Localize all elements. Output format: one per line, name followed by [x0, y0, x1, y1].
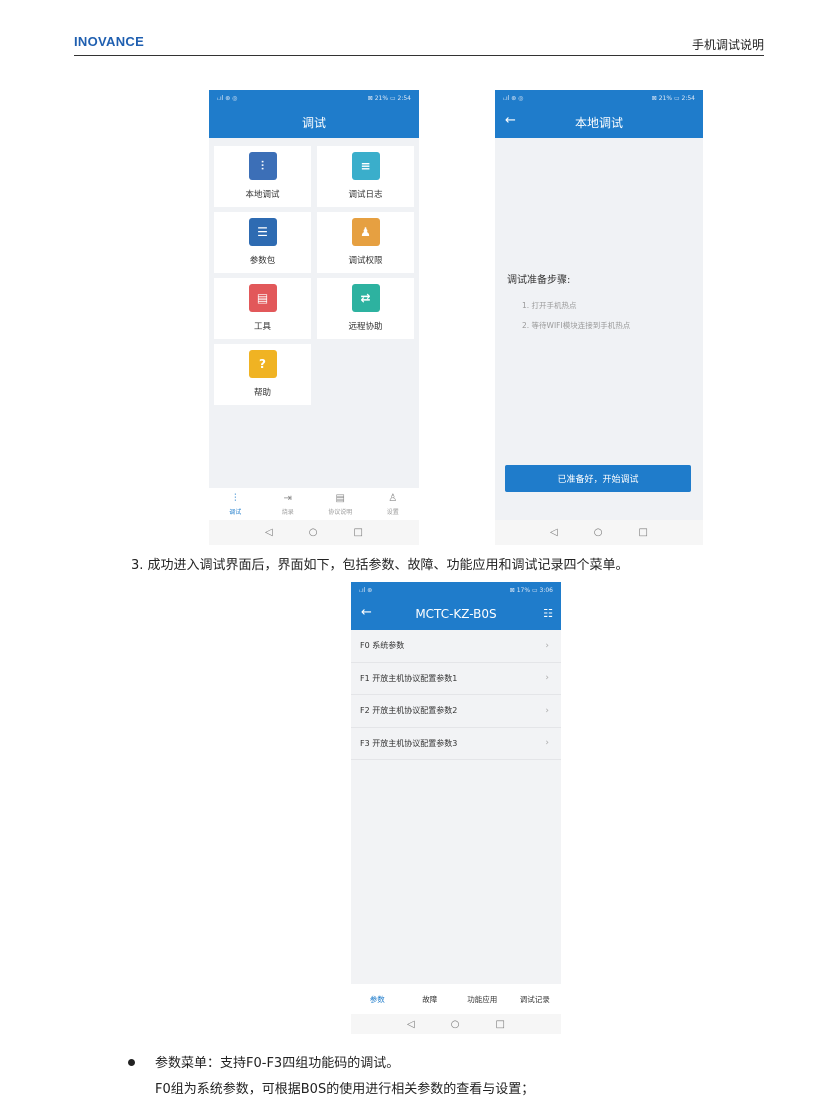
- document-icon: ▤: [335, 493, 345, 504]
- status-right: ⊠ 21% ▭ 2:54: [651, 94, 695, 102]
- status-right: ⊠ 17% ▭ 3:06: [509, 586, 553, 594]
- parameter-list: F0 系统参数 › F1 开放主机协议配置参数1 › F2 开放主机协议配置参数2 › F3…: [351, 630, 561, 760]
- chevron-right-icon: ›: [545, 738, 549, 749]
- status-bar: ᵢ.ıl ⊛ ◎ ⊠ 21% ▭ 2:54: [495, 90, 703, 106]
- person-settings-icon: ♙: [388, 493, 398, 504]
- remote-assist-icon: ⇄: [351, 284, 380, 312]
- status-left: ᵢ.ıl ⊛ ◎: [217, 94, 238, 102]
- step-caption: 3. 成功进入调试界面后，界面如下，包括参数、故障、功能应用和调试记录四个菜单。: [131, 558, 629, 573]
- start-debug-button[interactable]: 已准备好，开始调试: [505, 465, 691, 492]
- parameter-group-row[interactable]: F1 开放主机协议配置参数1 ›: [351, 662, 561, 695]
- bottom-tabs: 参数 故障 功能应用 调试记录: [351, 984, 561, 1014]
- prep-step: 1. 打开手机热点: [522, 301, 577, 310]
- app-bar: ← 本地调试: [495, 106, 703, 138]
- bullet-text-line2: F0组为系统参数，可根据B0S的使用进行相关参数的查看与设置；: [155, 1082, 535, 1097]
- prep-step: 2. 等待WIFI模块连接到手机热点: [522, 321, 631, 330]
- feature-tile[interactable]: ▤ 工具: [214, 278, 311, 339]
- bullet-text-line1: 参数菜单：支持F0-F3四组功能码的调试。: [155, 1056, 400, 1071]
- bottom-tab[interactable]: 功能应用: [456, 984, 509, 1014]
- status-left: ᵢ.ıl ⊛: [359, 586, 373, 594]
- feature-tile-label: 调试日志: [348, 190, 383, 200]
- feature-tile-label: 远程协助: [348, 322, 383, 332]
- parameter-group-label: F2 开放主机协议配置参数2: [360, 706, 458, 716]
- bottom-tab[interactable]: 参数: [351, 984, 404, 1014]
- feature-tile-label: 参数包: [249, 256, 276, 266]
- system-navigation-bar: ◁ ○ □: [209, 520, 419, 545]
- parameter-group-label: F3 开放主机协议配置参数3: [360, 738, 458, 748]
- phone-screenshot-parameter-menu: ᵢ.ıl ⊛ ⊠ 17% ▭ 3:06 ← MCTC-KZ-B0S ☷ F0 系…: [351, 582, 561, 1034]
- help-icon: ?: [248, 350, 277, 378]
- nav-item[interactable]: ⫶ 调试: [209, 488, 262, 520]
- phone-screenshot-debug-home: ᵢ.ıl ⊛ ◎ ⊠ 21% ▭ 2:54 调试 ⫶ 本地调试 ≡ 调试日志 ☰ 参数包 ♟…: [209, 90, 419, 545]
- document-title: 手机调试说明: [691, 38, 764, 52]
- feature-tile[interactable]: ≡ 调试日志: [317, 146, 414, 207]
- sliders-icon: ⫶: [234, 493, 237, 504]
- phone-screenshot-local-debug: ᵢ.ıl ⊛ ◎ ⊠ 21% ▭ 2:54 ← 本地调试 调试准备步骤: 1. …: [495, 90, 703, 545]
- feature-tile-label: 本地调试: [245, 190, 280, 200]
- recent-apps-icon[interactable]: □: [353, 527, 362, 538]
- nav-item-label: 设置: [386, 509, 399, 516]
- burn-icon: ⇥: [283, 493, 292, 504]
- chevron-right-icon: ›: [545, 640, 549, 651]
- app-bar: ← MCTC-KZ-B0S ☷: [351, 598, 561, 630]
- monitor-sliders-icon: ⫶: [248, 152, 277, 180]
- status-left: ᵢ.ıl ⊛ ◎: [503, 94, 524, 102]
- back-arrow-icon[interactable]: ←: [505, 113, 516, 128]
- parameter-group-label: F0 系统参数: [360, 641, 405, 651]
- recent-apps-icon[interactable]: □: [638, 527, 647, 538]
- nav-item[interactable]: ⇥ 烧录: [262, 488, 315, 520]
- feature-tile[interactable]: ☰ 参数包: [214, 212, 311, 273]
- chevron-right-icon: ›: [545, 673, 549, 684]
- nav-item-label: 调试: [229, 509, 242, 516]
- home-nav-icon[interactable]: ○: [451, 1019, 460, 1030]
- recent-apps-icon[interactable]: □: [495, 1019, 504, 1030]
- feature-tile[interactable]: ⇄ 远程协助: [317, 278, 414, 339]
- back-nav-icon[interactable]: ◁: [407, 1019, 415, 1030]
- home-nav-icon[interactable]: ○: [309, 527, 318, 538]
- back-nav-icon[interactable]: ◁: [550, 527, 558, 538]
- bottom-navigation: ⫶ 调试 ⇥ 烧录 ▤ 协议说明 ♙ 设置: [209, 488, 419, 520]
- parameter-group-row[interactable]: F3 开放主机协议配置参数3 ›: [351, 727, 561, 760]
- back-nav-icon[interactable]: ◁: [265, 527, 273, 538]
- app-title: MCTC-KZ-B0S: [415, 607, 497, 621]
- status-right: ⊠ 21% ▭ 2:54: [367, 94, 411, 102]
- user-permission-icon: ♟: [351, 218, 380, 246]
- parameter-pack-icon: ☰: [248, 218, 277, 246]
- parameter-group-row[interactable]: F0 系统参数 ›: [351, 630, 561, 663]
- feature-tile-label: 调试权限: [348, 256, 383, 266]
- parameter-group-label: F1 开放主机协议配置参数1: [360, 673, 458, 683]
- bottom-tab[interactable]: 故障: [404, 984, 457, 1014]
- system-navigation-bar: ◁ ○ □: [351, 1014, 561, 1034]
- bullet-dot: [128, 1059, 135, 1066]
- list-menu-icon[interactable]: ☷: [543, 607, 553, 620]
- status-bar: ᵢ.ıl ⊛ ⊠ 17% ▭ 3:06: [351, 582, 561, 598]
- brand-logo: INOVANCE: [74, 34, 145, 49]
- chevron-right-icon: ›: [545, 705, 549, 716]
- nav-item[interactable]: ♙ 设置: [367, 488, 420, 520]
- nav-item-label: 协议说明: [328, 509, 353, 516]
- app-bar: 调试: [209, 106, 419, 138]
- system-navigation-bar: ◁ ○ □: [495, 520, 703, 545]
- document-header: INOVANCE 手机调试说明: [74, 34, 764, 56]
- feature-tile[interactable]: ♟ 调试权限: [317, 212, 414, 273]
- nav-item-label: 烧录: [281, 509, 294, 516]
- feature-tile-label: 帮助: [253, 388, 271, 398]
- toolbox-icon: ▤: [248, 284, 277, 312]
- home-nav-icon[interactable]: ○: [594, 527, 603, 538]
- app-title: 本地调试: [574, 115, 623, 130]
- log-document-icon: ≡: [351, 152, 380, 180]
- feature-tile-label: 工具: [253, 322, 271, 332]
- app-title: 调试: [301, 115, 326, 130]
- back-arrow-icon[interactable]: ←: [361, 605, 372, 620]
- nav-item[interactable]: ▤ 协议说明: [314, 488, 367, 520]
- feature-tile[interactable]: ? 帮助: [214, 344, 311, 405]
- bottom-tab[interactable]: 调试记录: [509, 984, 562, 1014]
- parameter-group-row[interactable]: F2 开放主机协议配置参数2 ›: [351, 695, 561, 728]
- feature-tile[interactable]: ⫶ 本地调试: [214, 146, 311, 207]
- prep-steps-title: 调试准备步骤:: [507, 275, 571, 286]
- status-bar: ᵢ.ıl ⊛ ◎ ⊠ 21% ▭ 2:54: [209, 90, 419, 106]
